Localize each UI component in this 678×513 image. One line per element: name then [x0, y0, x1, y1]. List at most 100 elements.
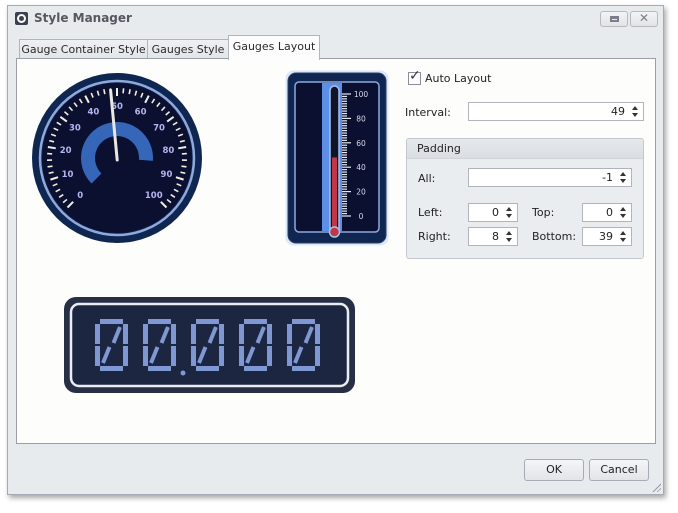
app-icon	[15, 12, 28, 25]
interval-value: 49	[611, 105, 625, 118]
segment	[196, 319, 219, 324]
scale-label: 80	[356, 114, 366, 123]
gauges-layout-panel: 0 10 20 30 40 50 60 70 80 90 100 0 20 40 60 80 100 ✓ Au…	[16, 58, 656, 444]
scale-label: 40	[87, 108, 99, 118]
segment	[219, 346, 224, 366]
interval-label: Interval:	[405, 106, 451, 119]
checkmark-icon: ✓	[409, 68, 421, 84]
segment	[100, 366, 123, 371]
scale-label: 100	[354, 90, 369, 99]
linear-gauge-preview: 0 20 40 60 80 100	[285, 70, 389, 246]
auto-layout-label: Auto Layout	[425, 72, 492, 85]
padding-top-value: 0	[606, 206, 613, 219]
decimal-point	[180, 370, 186, 376]
minor-tick	[48, 171, 54, 175]
segment	[244, 366, 267, 371]
segment	[148, 366, 171, 371]
segment	[191, 324, 196, 344]
scale-label: 30	[69, 123, 81, 133]
padding-all-label: All:	[418, 172, 436, 185]
scale-label: 100	[145, 191, 163, 201]
scale-label: 20	[356, 188, 366, 197]
padding-title: Padding	[417, 142, 461, 155]
ok-button[interactable]: OK	[524, 459, 584, 481]
spin-arrows-icon[interactable]	[631, 104, 639, 119]
maximize-button[interactable]	[600, 11, 628, 27]
padding-left-spin-edit[interactable]: 0	[468, 203, 518, 222]
tab-gauge-container-style[interactable]: Gauge Container Style	[19, 39, 148, 60]
scale-label: 0	[77, 191, 83, 201]
segment	[292, 319, 315, 324]
scale-label: 20	[60, 146, 72, 156]
minor-tick	[180, 171, 186, 175]
minor-tick	[103, 89, 106, 95]
digital-face	[69, 302, 350, 388]
tab-gauges-style[interactable]: Gauges Style	[147, 39, 229, 60]
scale-label: 40	[356, 163, 366, 172]
segment	[287, 346, 292, 366]
spin-arrows-icon[interactable]	[619, 170, 627, 185]
padding-all-spin-edit[interactable]: -1	[468, 168, 632, 187]
padding-right-value: 8	[492, 230, 499, 243]
major-tick	[178, 146, 187, 150]
segment	[123, 346, 128, 366]
scale-label: 80	[162, 146, 174, 156]
padding-bottom-value: 39	[599, 230, 613, 243]
circular-gauge-preview: 0102030405060708090100	[32, 73, 202, 243]
padding-all-value: -1	[602, 171, 613, 184]
segment	[315, 346, 320, 366]
cancel-button[interactable]: Cancel	[589, 459, 649, 481]
spin-arrows-icon[interactable]	[505, 205, 513, 220]
tab-gauges-layout[interactable]: Gauges Layout	[228, 35, 320, 60]
style-manager-dialog: Style Manager ✕ Gauge Container Style Ga…	[7, 5, 664, 495]
major-tick	[47, 146, 56, 150]
minor-tick	[47, 165, 53, 168]
scale-label: 0	[359, 212, 364, 221]
segment	[292, 366, 315, 371]
padding-group-header: Padding	[407, 139, 643, 159]
spin-arrows-icon[interactable]	[619, 229, 627, 244]
segment	[171, 346, 176, 366]
minor-tick	[181, 165, 187, 168]
close-button[interactable]: ✕	[630, 11, 658, 27]
scale-label: 60	[356, 139, 366, 148]
segment	[148, 319, 171, 324]
minor-tick	[128, 89, 131, 95]
padding-left-label: Left:	[418, 206, 443, 219]
segment	[123, 324, 128, 344]
segment	[244, 319, 267, 324]
segment	[315, 324, 320, 344]
padding-right-spin-edit[interactable]: 8	[468, 227, 518, 246]
maximize-icon	[610, 16, 619, 22]
interval-spin-edit[interactable]: 49	[468, 102, 644, 121]
segment	[267, 346, 272, 366]
digital-gauge-preview	[64, 297, 355, 393]
title-bar[interactable]: Style Manager ✕	[8, 6, 663, 32]
scale-label: 10	[62, 170, 74, 180]
padding-top-label: Top:	[532, 206, 555, 219]
resize-grip-icon[interactable]	[651, 482, 661, 492]
spin-arrows-icon[interactable]	[619, 205, 627, 220]
segment	[196, 366, 219, 371]
segment	[239, 324, 244, 344]
padding-group: Padding All: -1 Left: 0 Top: 0 Right: 8	[406, 138, 644, 259]
segment	[191, 346, 196, 366]
window-title: Style Manager	[34, 11, 132, 25]
spin-arrows-icon[interactable]	[505, 229, 513, 244]
thermo-bulb	[328, 226, 341, 238]
segment	[171, 324, 176, 344]
auto-layout-checkbox[interactable]: ✓	[408, 68, 421, 85]
segment	[143, 324, 148, 344]
padding-bottom-label: Bottom:	[532, 230, 577, 243]
segment	[100, 319, 123, 324]
padding-top-spin-edit[interactable]: 0	[582, 203, 632, 222]
segment	[95, 346, 100, 366]
thermo-level	[332, 157, 337, 230]
segment	[239, 346, 244, 366]
segment	[287, 324, 292, 344]
segment	[219, 324, 224, 344]
segment	[267, 324, 272, 344]
close-icon: ✕	[638, 11, 650, 25]
padding-left-value: 0	[492, 206, 499, 219]
padding-bottom-spin-edit[interactable]: 39	[582, 227, 632, 246]
